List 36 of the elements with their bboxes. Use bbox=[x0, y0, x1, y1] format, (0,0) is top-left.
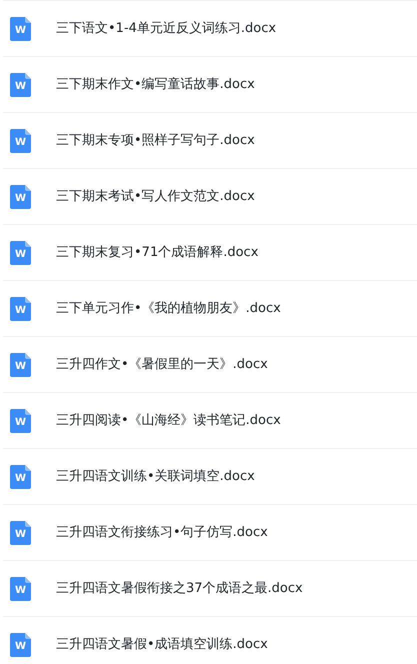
word-file-icon: W bbox=[10, 16, 31, 40]
word-file-icon: W bbox=[10, 632, 31, 656]
file-name: 三下期末考试•写人作文范文.docx bbox=[56, 188, 255, 206]
file-name: 三升四语文训练•关联词填空.docx bbox=[56, 468, 255, 486]
file-row[interactable]: W 三升四语文训练•关联词填空.docx bbox=[3, 449, 417, 505]
file-row[interactable]: W 三下期末作文•编写童话故事.docx bbox=[3, 57, 417, 113]
file-name: 三下期末作文•编写童话故事.docx bbox=[56, 76, 255, 94]
file-name: 三下语文•1-4单元近反义词练习.docx bbox=[56, 20, 276, 38]
word-file-icon: W bbox=[10, 408, 31, 432]
file-name: 三升四作文•《暑假里的一天》.docx bbox=[56, 356, 268, 374]
file-row[interactable]: W 三升四阅读•《山海经》读书笔记.docx bbox=[3, 393, 417, 449]
file-name: 三升四语文衔接练习•句子仿写.docx bbox=[56, 524, 268, 542]
word-file-icon: W bbox=[10, 296, 31, 320]
word-file-icon: W bbox=[10, 520, 31, 544]
file-name: 三下期末专项•照样子写句子.docx bbox=[56, 132, 255, 150]
word-file-icon: W bbox=[10, 352, 31, 376]
file-name: 三升四语文暑假•成语填空训练.docx bbox=[56, 636, 268, 654]
file-row[interactable]: W 三下期末考试•写人作文范文.docx bbox=[3, 169, 417, 225]
word-file-icon: W bbox=[10, 72, 31, 96]
word-file-icon: W bbox=[10, 128, 31, 152]
word-file-icon: W bbox=[10, 576, 31, 600]
file-name: 三下单元习作•《我的植物朋友》.docx bbox=[56, 300, 281, 318]
word-file-icon: W bbox=[10, 240, 31, 264]
file-row[interactable]: W 三升四作文•《暑假里的一天》.docx bbox=[3, 337, 417, 393]
word-file-icon: W bbox=[10, 184, 31, 208]
file-name: 三下期末复习•71个成语解释.docx bbox=[56, 244, 258, 262]
file-row[interactable]: W 三升四语文暑假衔接之37个成语之最.docx bbox=[3, 561, 417, 617]
file-row[interactable]: W 三下语文•1-4单元近反义词练习.docx bbox=[3, 1, 417, 57]
file-name: 三升四阅读•《山海经》读书笔记.docx bbox=[56, 412, 281, 430]
file-name: 三升四语文暑假衔接之37个成语之最.docx bbox=[56, 580, 303, 598]
file-row[interactable]: W 三下单元习作•《我的植物朋友》.docx bbox=[3, 281, 417, 337]
file-row[interactable]: W 三下期末复习•71个成语解释.docx bbox=[3, 225, 417, 281]
file-row[interactable]: W 三升四语文衔接练习•句子仿写.docx bbox=[3, 505, 417, 561]
file-row[interactable]: W 三升四语文暑假•成语填空训练.docx bbox=[3, 617, 417, 664]
word-file-icon: W bbox=[10, 464, 31, 488]
file-row[interactable]: W 三下期末专项•照样子写句子.docx bbox=[3, 113, 417, 169]
